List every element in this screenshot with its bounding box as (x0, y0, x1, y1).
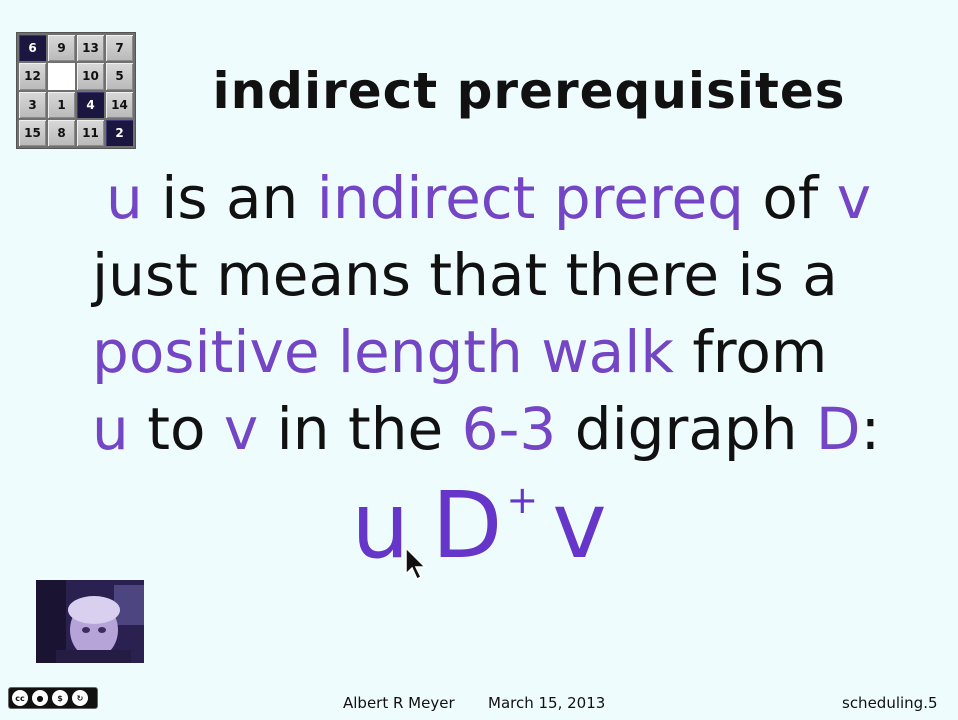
presenter-image (36, 580, 144, 663)
puzzle-tile: 8 (48, 119, 75, 146)
text-from: from (673, 318, 828, 386)
puzzle-tile: 15 (19, 119, 46, 146)
formula-u: u (351, 472, 410, 579)
text-is-an: is an (142, 164, 317, 232)
sa-icon: ↻ (72, 690, 88, 706)
footer-slide-id: scheduling.5 (842, 694, 938, 712)
body-line-3: positive length walk from (92, 314, 932, 391)
by-icon: ● (32, 690, 48, 706)
puzzle-tile: 6 (19, 35, 46, 62)
term-positive-length-walk: positive length walk (92, 318, 674, 386)
mouse-pointer-icon (405, 546, 427, 581)
puzzle-tile: 9 (48, 35, 75, 62)
term-digraph-id: 6-3 (461, 395, 557, 463)
slide: 6 9 13 7 12 10 5 3 1 4 14 15 8 11 2 indirect prerequis… (0, 0, 958, 720)
puzzle-tile: 2 (106, 119, 133, 146)
text-of: of (744, 164, 837, 232)
term-D: D (815, 395, 861, 463)
formula-D: D (431, 472, 503, 579)
term-v: v (836, 164, 872, 232)
text-digraph: digraph (556, 395, 816, 463)
puzzle-tile: 11 (77, 119, 104, 146)
slide-body: u is an indirect prereq of v just means … (92, 160, 932, 468)
body-line-2: just means that there is a (92, 241, 838, 309)
term-v: v (223, 395, 259, 463)
formula-plus: + (506, 478, 539, 522)
puzzle-tile: 13 (77, 35, 104, 62)
cc-icon: cc (12, 690, 28, 706)
body-line-4: u to v in the 6-3 digraph D: (92, 391, 932, 468)
formula-v: v (552, 472, 607, 579)
text-to: to (128, 395, 224, 463)
nc-icon: $ (52, 690, 68, 706)
body-line-1: u is an indirect prereq of v (92, 160, 932, 237)
term-u: u (106, 164, 143, 232)
text-colon: : (860, 395, 881, 463)
webcam-thumbnail (36, 580, 144, 663)
slide-title: indirect prerequisites (212, 62, 846, 120)
text-in-the: in the (258, 395, 462, 463)
term-u: u (92, 395, 129, 463)
creative-commons-badge: cc ● $ ↻ (8, 687, 98, 709)
footer-date: March 15, 2013 (488, 694, 606, 712)
puzzle-tile: 7 (106, 35, 133, 62)
term-indirect-prereq: indirect prereq (316, 164, 744, 232)
footer-author: Albert R Meyer (343, 694, 455, 712)
formula-u-dplus-v: u D + v (0, 472, 958, 579)
